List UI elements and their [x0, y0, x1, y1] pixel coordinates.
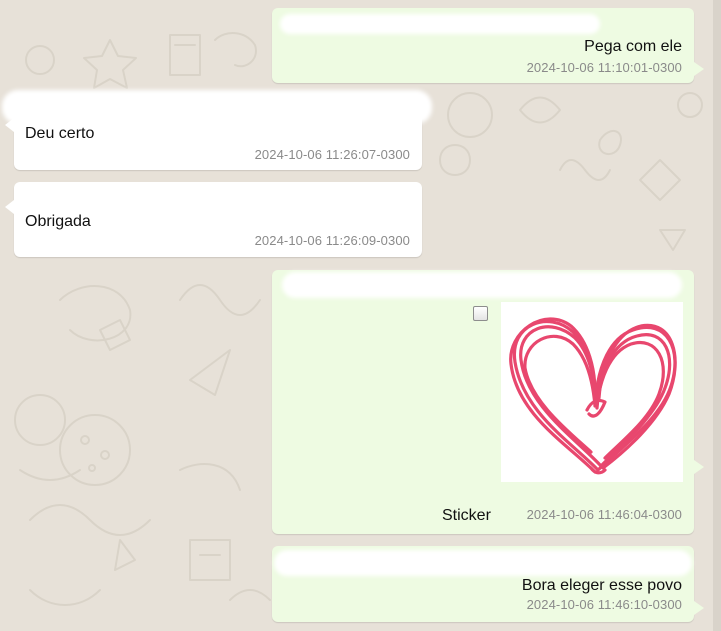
message-bubble-outgoing[interactable]: Sticker 2024-10-06 11:46:04-0300 — [272, 270, 704, 534]
message-text: Pega com ele — [584, 38, 682, 55]
message-timestamp: 2024-10-06 11:10:01-0300 — [526, 60, 682, 75]
redacted-sender-name — [274, 550, 692, 576]
message-timestamp: 2024-10-06 11:46:04-0300 — [526, 507, 682, 522]
scrollbar-track[interactable] — [713, 0, 721, 631]
message-bubble-incoming[interactable]: Obrigada 2024-10-06 11:26:09-0300 — [5, 182, 422, 257]
redacted-sender-name — [280, 14, 600, 34]
sticker-image[interactable] — [501, 302, 683, 482]
heart-sticker-icon — [509, 317, 677, 475]
message-bubble-outgoing[interactable]: Bora eleger esse povo 2024-10-06 11:46:1… — [272, 546, 704, 622]
redacted-sender-name — [2, 90, 432, 124]
select-message-checkbox[interactable] — [473, 306, 488, 321]
redacted-sender-name — [282, 272, 682, 298]
message-text: Obrigada — [25, 213, 91, 230]
message-text: Deu certo — [25, 125, 95, 142]
message-bubble-outgoing[interactable]: Pega com ele 2024-10-06 11:10:01-0300 — [272, 8, 704, 83]
redacted-sender-name — [22, 186, 412, 210]
message-bubble-incoming[interactable]: Deu certo 2024-10-06 11:26:07-0300 — [2, 90, 432, 170]
message-timestamp: 2024-10-06 11:26:07-0300 — [254, 147, 410, 162]
message-timestamp: 2024-10-06 11:46:10-0300 — [526, 597, 682, 612]
message-text: Bora eleger esse povo — [521, 577, 682, 594]
message-timestamp: 2024-10-06 11:26:09-0300 — [254, 233, 410, 248]
message-text: Sticker — [442, 507, 491, 524]
